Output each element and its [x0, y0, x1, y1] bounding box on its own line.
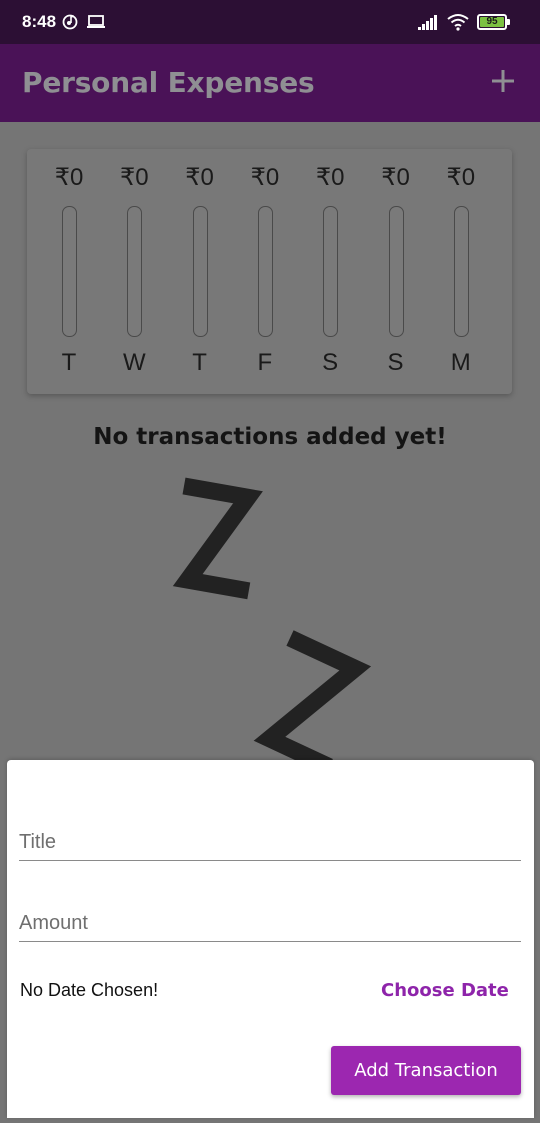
- bar-track: [388, 206, 404, 337]
- bar-day-label: F: [257, 349, 273, 376]
- chart-bar-column: ₹0 F: [235, 149, 295, 394]
- chart-bar-column: ₹0 M: [431, 149, 491, 394]
- status-bar: 8:48 95: [0, 0, 540, 44]
- bar-track: [127, 206, 143, 337]
- bar-track: [62, 206, 77, 337]
- app-title: Personal Expenses: [22, 66, 315, 99]
- battery-icon: 95: [477, 14, 507, 30]
- chart-bar-column: ₹0 S: [300, 149, 360, 394]
- chart-bar-column: ₹0 W: [104, 149, 164, 394]
- bar-track: [453, 206, 469, 337]
- status-time: 8:48: [22, 12, 57, 31]
- bar-day-label: W: [122, 349, 146, 376]
- chart-bar-column: ₹0 S: [366, 149, 426, 394]
- add-transaction-button[interactable]: Add Transaction: [331, 1046, 521, 1095]
- title-input[interactable]: [19, 831, 521, 854]
- bar-amount-label: ₹0: [119, 164, 149, 191]
- choose-date-button[interactable]: Choose Date: [369, 976, 521, 1005]
- date-status: No Date Chosen!: [20, 980, 159, 1000]
- amount-field: [19, 881, 521, 942]
- bar-amount-label: ₹0: [54, 164, 84, 191]
- bar-amount-label: ₹0: [250, 164, 280, 191]
- bar-amount-label: ₹0: [315, 164, 345, 191]
- bar-day-label: T: [61, 349, 77, 376]
- empty-state-message: No transactions added yet!: [93, 424, 447, 450]
- signal-icon: [418, 15, 437, 30]
- laptop-notification-icon: [87, 15, 105, 28]
- weekly-chart-card: ₹0 T ₹0 W ₹0 T ₹0 F ₹0 S ₹0 S ₹0 M: [27, 149, 512, 394]
- bar-amount-label: ₹0: [381, 164, 410, 191]
- music-notification-icon: [62, 14, 78, 30]
- bar-track: [323, 206, 339, 337]
- bar-day-label: M: [450, 349, 471, 376]
- chart-bar-column: ₹0 T: [39, 149, 99, 394]
- chart-bar-column: ₹0 T: [170, 149, 230, 394]
- app-bar: Personal Expenses: [0, 44, 540, 122]
- sleeping-zz-icon: [172, 477, 372, 760]
- title-field: [19, 800, 521, 861]
- bar-day-label: S: [322, 349, 339, 376]
- bar-track: [192, 206, 208, 337]
- bar-day-label: S: [387, 349, 404, 376]
- bar-track: [257, 206, 273, 337]
- new-transaction-sheet: No Date Chosen! Choose Date Add Transact…: [7, 760, 534, 1118]
- bar-amount-label: ₹0: [185, 164, 214, 191]
- bar-day-label: T: [192, 349, 207, 376]
- wifi-icon: [447, 14, 469, 31]
- battery-tip: [507, 19, 510, 25]
- battery-level: 95: [480, 17, 504, 27]
- bar-amount-label: ₹0: [446, 164, 476, 191]
- amount-input[interactable]: [19, 912, 521, 935]
- add-icon[interactable]: [486, 64, 520, 98]
